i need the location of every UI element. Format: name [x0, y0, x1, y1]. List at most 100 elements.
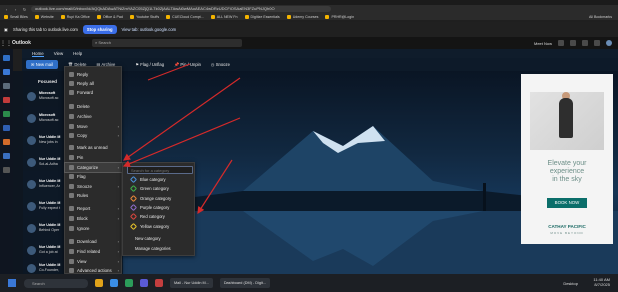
apps-icon[interactable]	[3, 167, 10, 173]
bookmark-item[interactable]: Office & Pad	[96, 14, 123, 19]
menu-item-mark-unread[interactable]: Mark as unread	[65, 143, 123, 152]
pin-button[interactable]: 📌 Pin / Unpin	[174, 62, 201, 68]
bookmark-item[interactable]: ALL NEW Fn	[210, 14, 238, 19]
menu-item-flag[interactable]: Flag	[65, 172, 123, 181]
word-icon[interactable]	[3, 125, 10, 131]
all-bookmarks[interactable]: All Bookmarks	[589, 15, 618, 19]
menu-item-block[interactable]: Block ›	[65, 214, 123, 223]
category-orange[interactable]: Orange category	[123, 194, 196, 203]
bookmark-item[interactable]: Website	[34, 14, 54, 19]
folder-icon	[210, 14, 215, 19]
onedrive-icon[interactable]	[3, 153, 10, 159]
focused-tab[interactable]: Focused	[38, 79, 57, 84]
folder-icon	[34, 14, 39, 19]
category-search-input[interactable]	[127, 166, 193, 174]
meet-now-button[interactable]: Meet Now	[534, 41, 552, 46]
back-icon[interactable]: ‹	[4, 7, 9, 12]
bell-icon[interactable]	[570, 40, 576, 46]
edge-icon[interactable]	[110, 279, 118, 287]
menu-item-rules[interactable]: Rules	[65, 191, 123, 200]
teams-icon[interactable]	[140, 279, 148, 287]
avatar	[27, 224, 36, 233]
chrome-icon[interactable]	[125, 279, 133, 287]
tag-icon	[129, 203, 138, 212]
system-clock[interactable]: 11:40 AM 8/7/2025	[593, 277, 610, 287]
bookmark-item[interactable]: CUECloud Compt...	[166, 14, 204, 19]
forward-icon	[69, 90, 74, 95]
menu-item-report[interactable]: Report ›	[65, 204, 123, 213]
tab-help[interactable]: Help	[73, 51, 82, 56]
bookmark-item[interactable]: Digitize Essentials	[244, 14, 280, 19]
menu-item-forward[interactable]: Forward	[65, 88, 123, 97]
category-green[interactable]: Green category	[123, 184, 196, 193]
app-icon[interactable]	[155, 279, 163, 287]
view-tab-link[interactable]: View tab: outlook.google.com	[122, 27, 177, 32]
menu-item-pin[interactable]: Pin	[65, 153, 123, 162]
flag-icon	[69, 174, 74, 179]
menu-item-reply-all[interactable]: Reply all	[65, 79, 123, 88]
category-yellow[interactable]: Yellow category	[123, 222, 196, 231]
ad-cta-button[interactable]: BOOK NOW	[547, 198, 587, 208]
view-icon	[69, 259, 74, 264]
advertisement[interactable]: Elevate your experience in the sky BOOK …	[521, 74, 613, 244]
people-icon[interactable]	[3, 83, 10, 89]
menu-item-move[interactable]: Move ›	[65, 122, 123, 131]
forward-icon[interactable]: ›	[13, 7, 18, 12]
manage-categories-button[interactable]: Manage categories	[135, 246, 171, 251]
category-purple[interactable]: Purple category	[123, 203, 196, 212]
bookmark-item[interactable]: Rupi Ka Office	[60, 14, 90, 19]
folder-icon	[166, 14, 171, 19]
gear-icon[interactable]	[582, 40, 588, 46]
category-blue[interactable]: Blue category	[123, 175, 196, 184]
flag-button[interactable]: ⚑ Flag / Unflag	[135, 62, 164, 67]
teams-icon[interactable]	[558, 40, 564, 46]
stop-sharing-button[interactable]: Stop sharing	[82, 25, 117, 34]
mail-icon[interactable]	[3, 55, 10, 61]
menu-item-snooze[interactable]: Snooze ›	[65, 182, 123, 191]
desktop-label[interactable]: Desktop	[563, 281, 578, 286]
menu-item-reply[interactable]: Reply	[65, 70, 123, 79]
bookmark-item[interactable]: Small Biles	[4, 14, 28, 19]
bookmark-item[interactable]: Udemy Courses	[286, 14, 318, 19]
bookmark-item[interactable]: PRHR@Login	[325, 14, 354, 19]
office-icon[interactable]	[3, 97, 10, 103]
taskbar-window-mail[interactable]: Mail - Nur Uddin M...	[170, 278, 213, 288]
address-bar[interactable]: outlook.live.com/mail/0/inbox/id/AQQkADA…	[31, 6, 331, 12]
file-explorer-icon[interactable]	[95, 279, 103, 287]
avatar	[27, 158, 36, 167]
tag-icon	[129, 194, 138, 203]
menu-item-categorize[interactable]: Categorize ›	[64, 162, 124, 173]
menu-item-archive[interactable]: Archive	[65, 112, 123, 121]
taskbar-window-dashboard[interactable]: Dashboard (DM) - Digit...	[219, 278, 271, 288]
excel-icon[interactable]	[3, 111, 10, 117]
menu-item-find-related[interactable]: Find related ›	[65, 247, 123, 256]
menu-item-view[interactable]: View ›	[65, 257, 123, 266]
search-input[interactable]: ⌕ Search	[92, 39, 242, 47]
avatar[interactable]	[606, 40, 612, 46]
avatar	[27, 92, 36, 101]
tag-icon	[129, 184, 138, 193]
menu-item-copy[interactable]: Copy ›	[65, 131, 123, 140]
bookmark-item[interactable]: Youtube Stuffs	[129, 14, 159, 19]
new-category-button[interactable]: New category	[135, 236, 161, 241]
start-icon[interactable]	[8, 279, 16, 287]
category-red[interactable]: Red category	[123, 212, 196, 221]
menu-item-download[interactable]: Download ›	[65, 237, 123, 246]
shield-icon	[69, 206, 74, 211]
refresh-icon[interactable]: ↻	[22, 7, 27, 12]
new-mail-button[interactable]: ✉ New mail	[26, 60, 58, 69]
snooze-button[interactable]: ◷ Snooze	[211, 62, 230, 67]
help-icon[interactable]	[594, 40, 600, 46]
app-launcher-icon[interactable]: ⋮⋮	[0, 40, 12, 47]
tab-home[interactable]: Home	[32, 51, 44, 57]
envelope-icon	[69, 145, 74, 150]
taskbar-search[interactable]: Search	[24, 278, 88, 288]
menu-item-delete[interactable]: Delete	[65, 102, 123, 111]
tag-icon	[69, 165, 74, 170]
calendar-icon[interactable]	[3, 69, 10, 75]
powerpoint-icon[interactable]	[3, 139, 10, 145]
tab-view[interactable]: View	[54, 51, 63, 56]
rules-icon	[69, 193, 74, 198]
trash-icon	[69, 104, 74, 109]
menu-item-ignore[interactable]: Ignore	[65, 224, 123, 233]
